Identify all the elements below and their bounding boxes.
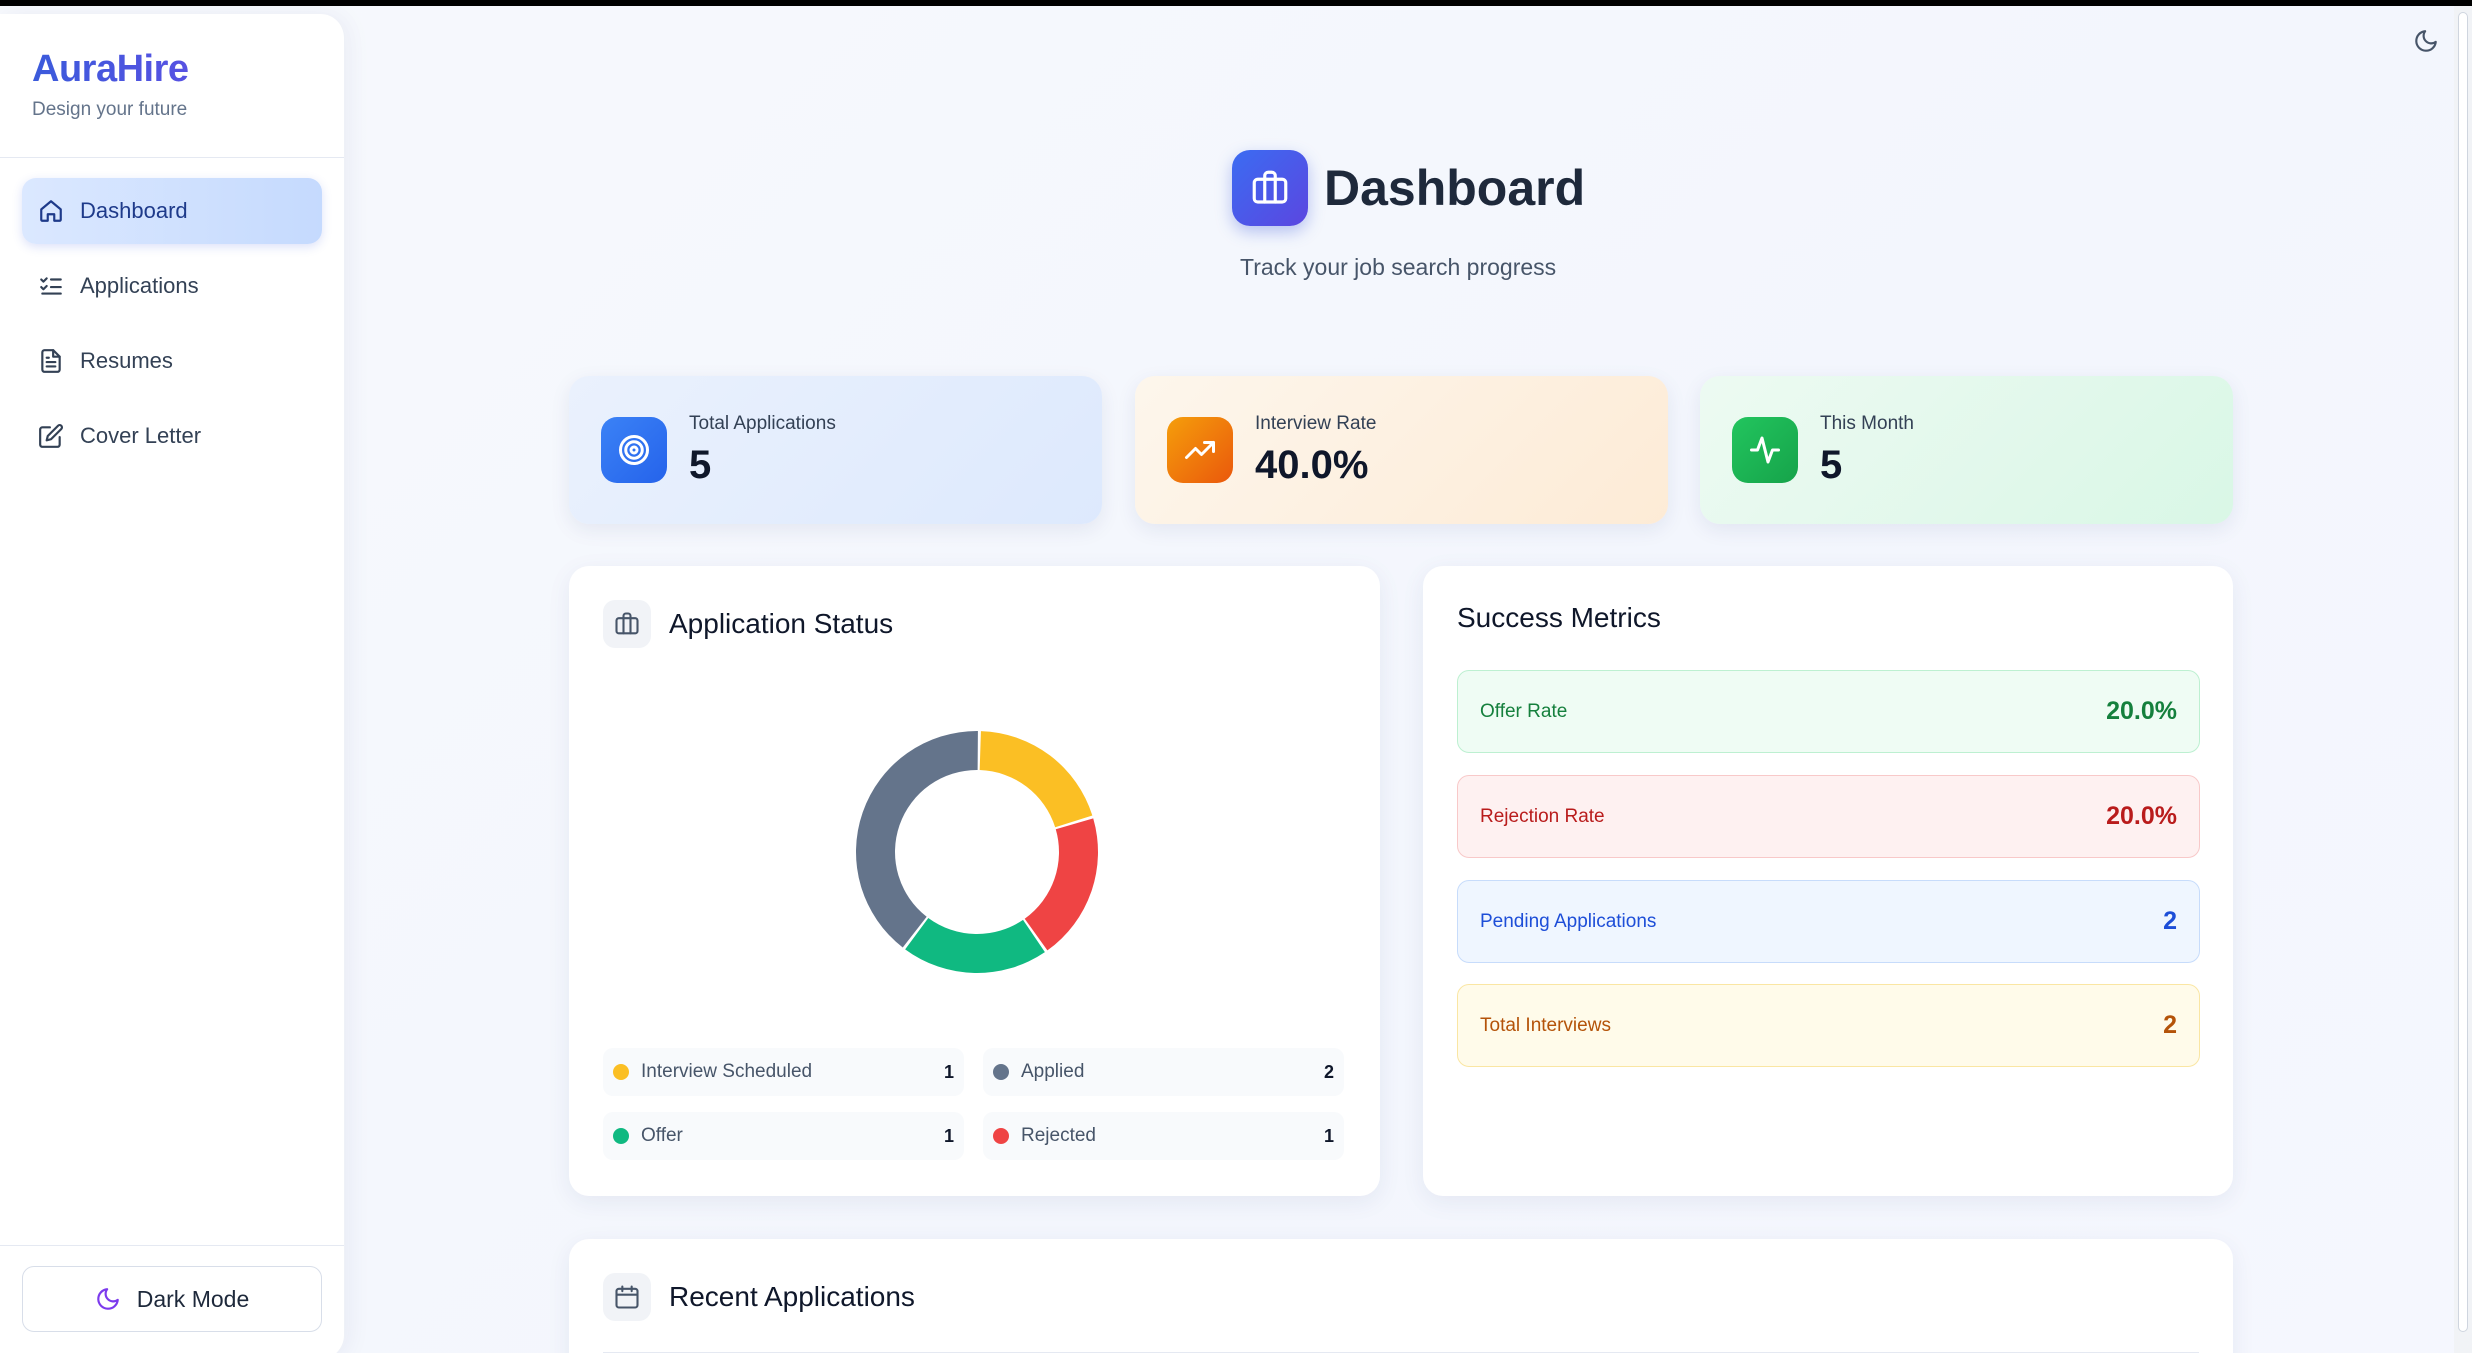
sidebar-item-cover-letter[interactable]: Cover Letter — [22, 403, 322, 469]
application-status-panel: Application Status Interview Scheduled 1… — [569, 566, 1380, 1196]
panel-title: Application Status — [669, 608, 894, 639]
legend-item-rejected: Rejected 1 — [983, 1112, 1344, 1160]
file-icon — [38, 348, 64, 374]
legend-value: 2 — [1323, 1061, 1334, 1082]
sidebar-item-label: Applications — [80, 273, 199, 298]
dark-mode-button[interactable]: Dark Mode — [22, 1266, 322, 1332]
scrollbar-thumb[interactable] — [2458, 12, 2468, 1332]
legend-label: Rejected — [1021, 1125, 1096, 1146]
briefcase-icon — [603, 600, 651, 648]
success-metrics-panel: Success Metrics Offer Rate 20.0% Rejecti… — [1423, 566, 2233, 1196]
donut-slice-interview-scheduled[interactable] — [979, 731, 1093, 828]
recent-applications-panel: Recent Applications — [569, 1239, 2233, 1353]
metric-label: Pending Applications — [1480, 910, 1657, 932]
metric-pending-applications: Pending Applications 2 — [1457, 880, 2200, 963]
panel-title: Success Metrics — [1457, 602, 1661, 633]
legend-label: Offer — [641, 1125, 683, 1146]
donut-slice-offer[interactable] — [905, 917, 1045, 973]
stat-label: Interview Rate — [1255, 412, 1377, 434]
brand-title[interactable]: AuraHire — [32, 48, 312, 91]
scrollbar[interactable] — [2454, 6, 2472, 1353]
stat-label: This Month — [1820, 412, 1914, 434]
metric-offer-rate: Offer Rate 20.0% — [1457, 670, 2200, 753]
legend-dot — [613, 1128, 629, 1144]
edit-icon — [38, 423, 64, 449]
legend-dot — [993, 1128, 1009, 1144]
page-subtitle: Track your job search progress — [1240, 254, 1557, 280]
moon-icon — [97, 1288, 119, 1310]
sidebar-item-label: Dashboard — [80, 198, 188, 223]
legend-value: 1 — [1323, 1125, 1334, 1146]
sidebar-item-dashboard[interactable]: Dashboard — [22, 178, 322, 244]
legend-label: Applied — [1021, 1061, 1085, 1082]
metric-value: 2 — [2163, 907, 2177, 935]
app-window: AuraHire Design your future Dashboard Ap… — [0, 6, 2472, 1353]
panel-header: Application Status — [603, 600, 893, 648]
legend-dot — [613, 1064, 629, 1080]
legend-item-applied: Applied 2 — [983, 1048, 1344, 1096]
sidebar-item-resumes[interactable]: Resumes — [22, 328, 322, 394]
sidebar-item-label: Resumes — [80, 348, 173, 373]
stat-value: 5 — [1820, 442, 1843, 487]
stat-value: 40.0% — [1255, 442, 1369, 487]
home-icon — [38, 198, 64, 224]
metric-label: Rejection Rate — [1480, 805, 1605, 827]
stat-label: Total Applications — [689, 412, 836, 434]
legend-dot — [993, 1064, 1009, 1080]
panel-title: Recent Applications — [669, 1281, 915, 1312]
brand: AuraHire Design your future — [0, 14, 344, 158]
calendar-icon — [603, 1273, 651, 1321]
sidebar-item-label: Cover Letter — [80, 423, 202, 448]
briefcase-icon — [1232, 150, 1308, 226]
sidebar-footer: Dark Mode — [0, 1245, 344, 1353]
target-icon — [601, 417, 667, 483]
list-check-icon — [38, 273, 64, 299]
dark-mode-label: Dark Mode — [136, 1285, 250, 1312]
panel-header: Recent Applications — [603, 1273, 915, 1321]
metric-total-interviews: Total Interviews 2 — [1457, 984, 2200, 1067]
sidebar-item-applications[interactable]: Applications — [22, 253, 322, 319]
legend-item-offer: Offer 1 — [603, 1112, 964, 1160]
page-header: Dashboard — [1232, 148, 1585, 228]
legend-value: 1 — [943, 1061, 954, 1082]
metric-label: Offer Rate — [1480, 700, 1568, 722]
activity-icon — [1732, 417, 1798, 483]
moon-icon — [2415, 30, 2437, 52]
trending-up-icon — [1167, 417, 1233, 483]
legend-value: 1 — [943, 1125, 954, 1146]
metric-value: 20.0% — [2106, 697, 2177, 725]
donut-slice-applied[interactable] — [856, 731, 978, 948]
legend-label: Interview Scheduled — [641, 1061, 813, 1082]
stat-card-this-month: This Month 5 — [1700, 376, 2233, 524]
brand-subtitle: Design your future — [32, 99, 188, 120]
metric-label: Total Interviews — [1480, 1014, 1611, 1036]
stat-card-interview-rate: Interview Rate 40.0% — [1135, 376, 1668, 524]
legend-item-interview-scheduled: Interview Scheduled 1 — [603, 1048, 964, 1096]
status-donut-chart — [856, 731, 1098, 973]
sidebar-nav: Dashboard Applications Resumes Cover Let… — [0, 158, 344, 498]
theme-toggle-button[interactable] — [2413, 28, 2439, 54]
metric-value: 20.0% — [2106, 802, 2177, 830]
page-title: Dashboard — [1324, 160, 1586, 216]
stat-card-total-applications: Total Applications 5 — [569, 376, 1102, 524]
donut-slice-rejected[interactable] — [1024, 818, 1098, 951]
metric-value: 2 — [2163, 1011, 2177, 1039]
stat-value: 5 — [689, 442, 712, 487]
sidebar: AuraHire Design your future Dashboard Ap… — [0, 14, 345, 1353]
metric-rejection-rate: Rejection Rate 20.0% — [1457, 775, 2200, 858]
